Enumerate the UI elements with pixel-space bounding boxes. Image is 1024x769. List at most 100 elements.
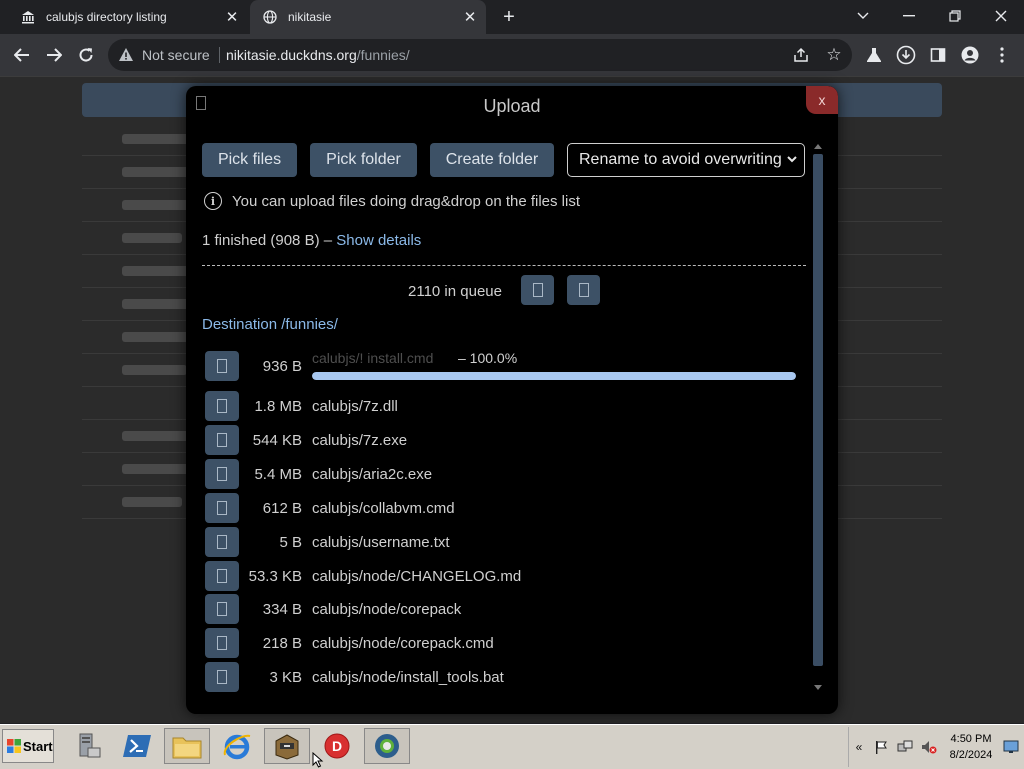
- browser-toolbar: Not secure nikitasie.duckdns.org/funnies…: [0, 34, 1024, 77]
- show-details-link[interactable]: Show details: [336, 232, 421, 249]
- file-name: calubjs/node/corepack: [312, 601, 462, 619]
- bookmark-star-icon[interactable]: ☆: [824, 45, 844, 65]
- server-manager-app[interactable]: [64, 728, 110, 764]
- flask-icon: [867, 48, 881, 62]
- file-action-icon: [217, 500, 227, 515]
- upload-status: 1 finished (908 B) – Show details: [202, 232, 421, 249]
- tab-directory-listing[interactable]: calubjs directory listing ✕: [8, 0, 248, 34]
- share-icon[interactable]: [792, 46, 810, 64]
- pick-folder-button[interactable]: Pick folder: [310, 143, 417, 177]
- arrow-right-icon: [47, 48, 62, 62]
- remove-file-button[interactable]: [205, 526, 239, 557]
- side-panel-icon: [930, 48, 946, 62]
- file-action-icon: [217, 636, 227, 651]
- folder-icon: [172, 737, 202, 759]
- info-text: You can upload files doing drag&drop on …: [232, 192, 581, 210]
- uploading-file-name: calubjs/! install.cmd: [312, 350, 434, 366]
- file-explorer-app[interactable]: [164, 728, 210, 764]
- remove-file-button[interactable]: [205, 594, 239, 625]
- cancel-upload-button[interactable]: [205, 351, 239, 381]
- profile-icon: [961, 46, 979, 64]
- remove-file-button[interactable]: [205, 560, 239, 591]
- back-button[interactable]: [10, 43, 34, 67]
- scroll-down-arrow-icon[interactable]: [814, 685, 822, 690]
- minimize-button[interactable]: [886, 4, 932, 28]
- info-icon: i: [204, 192, 222, 210]
- file-size: 936 B: [262, 358, 302, 375]
- queue-action-button[interactable]: [567, 275, 600, 305]
- url-text[interactable]: nikitasie.duckdns.org/funnies/: [226, 47, 410, 63]
- powershell-app[interactable]: [114, 728, 160, 764]
- restore-icon: [949, 10, 961, 22]
- browser-globe-icon: [375, 734, 399, 758]
- svg-text:D: D: [332, 738, 342, 754]
- file-name: calubjs/7z.exe: [312, 431, 408, 449]
- upload-progress-bar: [312, 372, 796, 380]
- close-tab-icon[interactable]: ✕: [462, 9, 478, 26]
- powershell-icon: [123, 735, 151, 757]
- tab-search-button[interactable]: [840, 4, 886, 28]
- network-icon[interactable]: [897, 739, 913, 755]
- remove-file-button[interactable]: [205, 492, 239, 523]
- file-action-icon: [217, 670, 227, 685]
- security-label[interactable]: Not secure: [142, 47, 210, 63]
- queue-action-icon: [532, 283, 543, 297]
- file-size: 1.8 MB: [254, 398, 302, 415]
- scroll-thumb[interactable]: [813, 154, 823, 666]
- show-hidden-icons-icon[interactable]: «: [851, 739, 867, 755]
- remove-file-button[interactable]: [205, 662, 239, 693]
- start-label: Start: [23, 738, 53, 754]
- upload-percent: – 100.0%: [458, 350, 518, 366]
- restore-button[interactable]: [932, 4, 978, 28]
- server-icon: [79, 733, 101, 758]
- file-action-icon: [217, 534, 227, 549]
- remove-file-button[interactable]: [205, 628, 239, 659]
- upload-progress-fill: [312, 372, 796, 380]
- dialog-scrollbar[interactable]: [812, 138, 824, 704]
- dashed-divider: [202, 265, 806, 266]
- labs-button[interactable]: [862, 43, 886, 67]
- queue-action-button[interactable]: [521, 275, 554, 305]
- start-button[interactable]: Start: [2, 729, 54, 763]
- side-panel-button[interactable]: [926, 43, 950, 67]
- red-d-icon: D: [324, 733, 350, 759]
- kebab-menu-icon: [1000, 47, 1004, 63]
- address-bar[interactable]: Not secure nikitasie.duckdns.org/funnies…: [108, 39, 852, 71]
- menu-button[interactable]: [990, 43, 1014, 67]
- browser-app[interactable]: [364, 728, 410, 764]
- action-center-flag-icon[interactable]: [873, 739, 889, 755]
- show-desktop-icon[interactable]: [1003, 739, 1019, 755]
- remove-file-button[interactable]: [205, 424, 239, 455]
- forward-button[interactable]: [42, 43, 66, 67]
- mouse-cursor-icon: [312, 752, 324, 768]
- address-separator: [219, 47, 220, 63]
- remove-file-button[interactable]: [205, 391, 239, 421]
- download-icon: [896, 45, 916, 65]
- scroll-up-arrow-icon[interactable]: [814, 144, 822, 149]
- new-tab-button[interactable]: +: [498, 6, 520, 28]
- tab-title: nikitasie: [288, 10, 332, 24]
- pick-files-button[interactable]: Pick files: [202, 143, 297, 177]
- internet-explorer-app[interactable]: [214, 728, 260, 764]
- file-size: 53.3 KB: [248, 567, 302, 585]
- system-tray: « 4:50 PM 8/2/2024: [848, 727, 1024, 767]
- dialog-close-button[interactable]: x: [806, 86, 838, 114]
- profile-button[interactable]: [958, 43, 982, 67]
- tab-nikitasie[interactable]: nikitasie ✕: [250, 0, 486, 34]
- remove-file-button[interactable]: [205, 458, 239, 489]
- overwrite-mode-select[interactable]: Rename to avoid overwriting: [567, 143, 805, 177]
- archive-app[interactable]: [264, 728, 310, 764]
- clock[interactable]: 4:50 PM 8/2/2024: [943, 731, 999, 763]
- clock-date: 8/2/2024: [949, 749, 993, 761]
- file-action-icon: [217, 359, 227, 373]
- close-window-button[interactable]: [978, 4, 1024, 28]
- url-host: nikitasie.duckdns.org: [226, 47, 357, 63]
- file-name: calubjs/node/corepack.cmd: [312, 635, 494, 653]
- volume-muted-icon[interactable]: [921, 739, 937, 755]
- reload-button[interactable]: [74, 43, 98, 67]
- queue-count: 2110 in queue: [408, 283, 502, 300]
- create-folder-button[interactable]: Create folder: [430, 143, 554, 177]
- downloads-button[interactable]: [894, 43, 918, 67]
- close-tab-icon[interactable]: ✕: [224, 9, 240, 26]
- clock-time: 4:50 PM: [950, 733, 992, 745]
